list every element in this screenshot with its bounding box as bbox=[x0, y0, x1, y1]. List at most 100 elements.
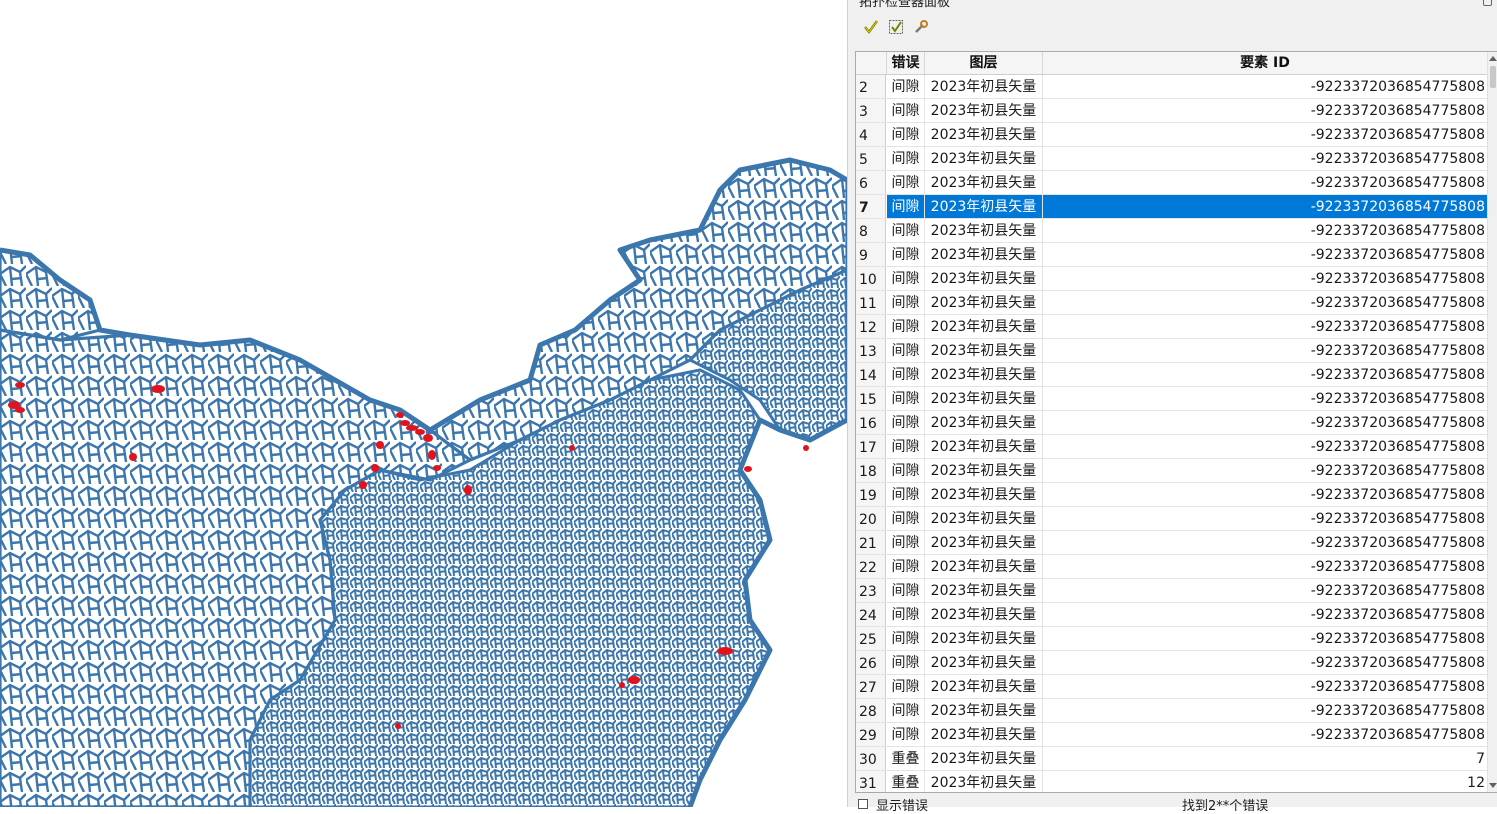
cell-layer: 2023年初县矢量 bbox=[925, 171, 1043, 194]
table-row[interactable]: 23 间隙 2023年初县矢量 -9223372036854775808 bbox=[856, 579, 1487, 603]
cell-feature-id: -9223372036854775808 bbox=[1043, 195, 1487, 218]
row-number: 6 bbox=[856, 171, 886, 194]
table-row[interactable]: 2 间隙 2023年初县矢量 -9223372036854775808 bbox=[856, 75, 1487, 99]
table-row[interactable]: 6 间隙 2023年初县矢量 -9223372036854775808 bbox=[856, 171, 1487, 195]
cell-layer: 2023年初县矢量 bbox=[925, 363, 1043, 386]
topology-checker-panel: 拓扑检查器面板 错误 图层 要素 ID 2 间隙 2023年初县矢量 -9223372… bbox=[852, 0, 1497, 814]
show-errors-checkbox[interactable] bbox=[858, 799, 868, 809]
table-row[interactable]: 9 间隙 2023年初县矢量 -9223372036854775808 bbox=[856, 243, 1487, 267]
row-number: 13 bbox=[856, 339, 886, 362]
column-header-feature-id[interactable]: 要素 ID bbox=[1043, 52, 1487, 74]
row-number: 2 bbox=[856, 75, 886, 98]
validate-extent-icon[interactable] bbox=[887, 18, 905, 36]
cell-layer: 2023年初县矢量 bbox=[925, 219, 1043, 242]
row-number: 23 bbox=[856, 579, 886, 602]
error-marker bbox=[619, 682, 625, 688]
table-row[interactable]: 14 间隙 2023年初县矢量 -9223372036854775808 bbox=[856, 363, 1487, 387]
cell-feature-id: -9223372036854775808 bbox=[1310, 175, 1485, 191]
error-marker bbox=[371, 464, 379, 472]
cell-error-type: 间隙 bbox=[887, 171, 925, 194]
cell-layer: 2023年初县矢量 bbox=[925, 123, 1043, 146]
table-row[interactable]: 5 间隙 2023年初县矢量 -9223372036854775808 bbox=[856, 147, 1487, 171]
cell-feature-id: -9223372036854775808 bbox=[1310, 511, 1485, 527]
row-number: 20 bbox=[856, 507, 886, 530]
errors-table[interactable]: 错误 图层 要素 ID 2 间隙 2023年初县矢量 -922337203685477… bbox=[855, 51, 1497, 793]
cell-error-type: 间隙 bbox=[887, 483, 925, 506]
table-row[interactable]: 20 间隙 2023年初县矢量 -9223372036854775808 bbox=[856, 507, 1487, 531]
table-row[interactable]: 31 重叠 2023年初县矢量 12 bbox=[856, 771, 1487, 792]
table-row[interactable]: 18 间隙 2023年初县矢量 -9223372036854775808 bbox=[856, 459, 1487, 483]
cell-layer: 2023年初县矢量 bbox=[925, 603, 1043, 626]
error-marker bbox=[396, 412, 404, 418]
column-header-layer[interactable]: 图层 bbox=[925, 52, 1043, 74]
table-row[interactable]: 8 间隙 2023年初县矢量 -9223372036854775808 bbox=[856, 219, 1487, 243]
cell-layer: 2023年初县矢量 bbox=[925, 579, 1043, 602]
vertical-scrollbar[interactable] bbox=[1487, 52, 1497, 792]
cell-layer: 2023年初县矢量 bbox=[925, 651, 1043, 674]
row-number: 26 bbox=[856, 651, 886, 674]
row-number: 31 bbox=[856, 771, 886, 792]
table-row[interactable]: 29 间隙 2023年初县矢量 -9223372036854775808 bbox=[856, 723, 1487, 747]
cell-layer: 2023年初县矢量 bbox=[925, 147, 1043, 170]
cell-error-type: 间隙 bbox=[887, 219, 925, 242]
row-number: 8 bbox=[856, 219, 886, 242]
table-row[interactable]: 16 间隙 2023年初县矢量 -9223372036854775808 bbox=[856, 411, 1487, 435]
table-row[interactable]: 7 间隙 2023年初县矢量 -9223372036854775808 bbox=[856, 195, 1487, 219]
cell-feature-id: -9223372036854775808 bbox=[1310, 127, 1485, 143]
cell-feature-id: -9223372036854775808 bbox=[1310, 391, 1485, 407]
scrollbar-thumb[interactable] bbox=[1490, 66, 1496, 88]
scroll-up-icon[interactable] bbox=[1489, 56, 1497, 61]
header-corner[interactable] bbox=[856, 52, 887, 74]
table-row[interactable]: 10 间隙 2023年初县矢量 -9223372036854775808 bbox=[856, 267, 1487, 291]
cell-layer: 2023年初县矢量 bbox=[925, 291, 1043, 314]
row-number: 24 bbox=[856, 603, 886, 626]
cell-feature-id: -9223372036854775808 bbox=[1310, 151, 1485, 167]
error-marker bbox=[628, 676, 640, 684]
cell-error-type: 间隙 bbox=[887, 555, 925, 578]
table-row[interactable]: 24 间隙 2023年初县矢量 -9223372036854775808 bbox=[856, 603, 1487, 627]
table-row[interactable]: 11 间隙 2023年初县矢量 -9223372036854775808 bbox=[856, 291, 1487, 315]
cell-layer: 2023年初县矢量 bbox=[925, 507, 1043, 530]
table-row[interactable]: 26 间隙 2023年初县矢量 -9223372036854775808 bbox=[856, 651, 1487, 675]
table-row[interactable]: 4 间隙 2023年初县矢量 -9223372036854775808 bbox=[856, 123, 1487, 147]
table-row[interactable]: 17 间隙 2023年初县矢量 -9223372036854775808 bbox=[856, 435, 1487, 459]
table-row[interactable]: 3 间隙 2023年初县矢量 -9223372036854775808 bbox=[856, 99, 1487, 123]
table-row[interactable]: 25 间隙 2023年初县矢量 -9223372036854775808 bbox=[856, 627, 1487, 651]
cell-error-type: 间隙 bbox=[887, 243, 925, 266]
column-header-error[interactable]: 错误 bbox=[887, 52, 925, 74]
map-canvas[interactable] bbox=[0, 0, 847, 807]
table-row[interactable]: 12 间隙 2023年初县矢量 -9223372036854775808 bbox=[856, 315, 1487, 339]
cell-layer: 2023年初县矢量 bbox=[925, 75, 1043, 98]
county-boundaries-map[interactable] bbox=[0, 0, 847, 807]
table-row[interactable]: 15 间隙 2023年初县矢量 -9223372036854775808 bbox=[856, 387, 1487, 411]
configure-rules-icon[interactable] bbox=[912, 18, 930, 36]
cell-error-type: 间隙 bbox=[887, 531, 925, 554]
row-number: 19 bbox=[856, 483, 886, 506]
table-row[interactable]: 30 重叠 2023年初县矢量 7 bbox=[856, 747, 1487, 771]
cell-feature-id: 12 bbox=[1467, 775, 1485, 791]
row-number: 17 bbox=[856, 435, 886, 458]
cell-feature-id: -9223372036854775808 bbox=[1310, 223, 1485, 239]
cell-error-type: 间隙 bbox=[887, 507, 925, 530]
scroll-down-icon[interactable] bbox=[1489, 783, 1497, 788]
table-row[interactable]: 13 间隙 2023年初县矢量 -9223372036854775808 bbox=[856, 339, 1487, 363]
table-row[interactable]: 21 间隙 2023年初县矢量 -9223372036854775808 bbox=[856, 531, 1487, 555]
cell-layer: 2023年初县矢量 bbox=[925, 315, 1043, 338]
cell-error-type: 间隙 bbox=[887, 147, 925, 170]
table-row[interactable]: 27 间隙 2023年初县矢量 -9223372036854775808 bbox=[856, 675, 1487, 699]
cell-error-type: 间隙 bbox=[887, 675, 925, 698]
table-row[interactable]: 19 间隙 2023年初县矢量 -9223372036854775808 bbox=[856, 483, 1487, 507]
validate-all-icon[interactable] bbox=[862, 18, 880, 36]
row-number: 21 bbox=[856, 531, 886, 554]
cell-feature-id: 7 bbox=[1476, 751, 1485, 767]
cell-layer: 2023年初县矢量 bbox=[925, 387, 1043, 410]
error-marker bbox=[803, 445, 809, 451]
row-number: 4 bbox=[856, 123, 886, 146]
error-marker bbox=[433, 465, 441, 471]
table-row[interactable]: 22 间隙 2023年初县矢量 -9223372036854775808 bbox=[856, 555, 1487, 579]
error-marker bbox=[744, 466, 752, 472]
cell-feature-id: -9223372036854775808 bbox=[1310, 655, 1485, 671]
table-row[interactable]: 28 间隙 2023年初县矢量 -9223372036854775808 bbox=[856, 699, 1487, 723]
cell-feature-id: -9223372036854775808 bbox=[1310, 607, 1485, 623]
panel-float-button[interactable] bbox=[1483, 0, 1492, 6]
